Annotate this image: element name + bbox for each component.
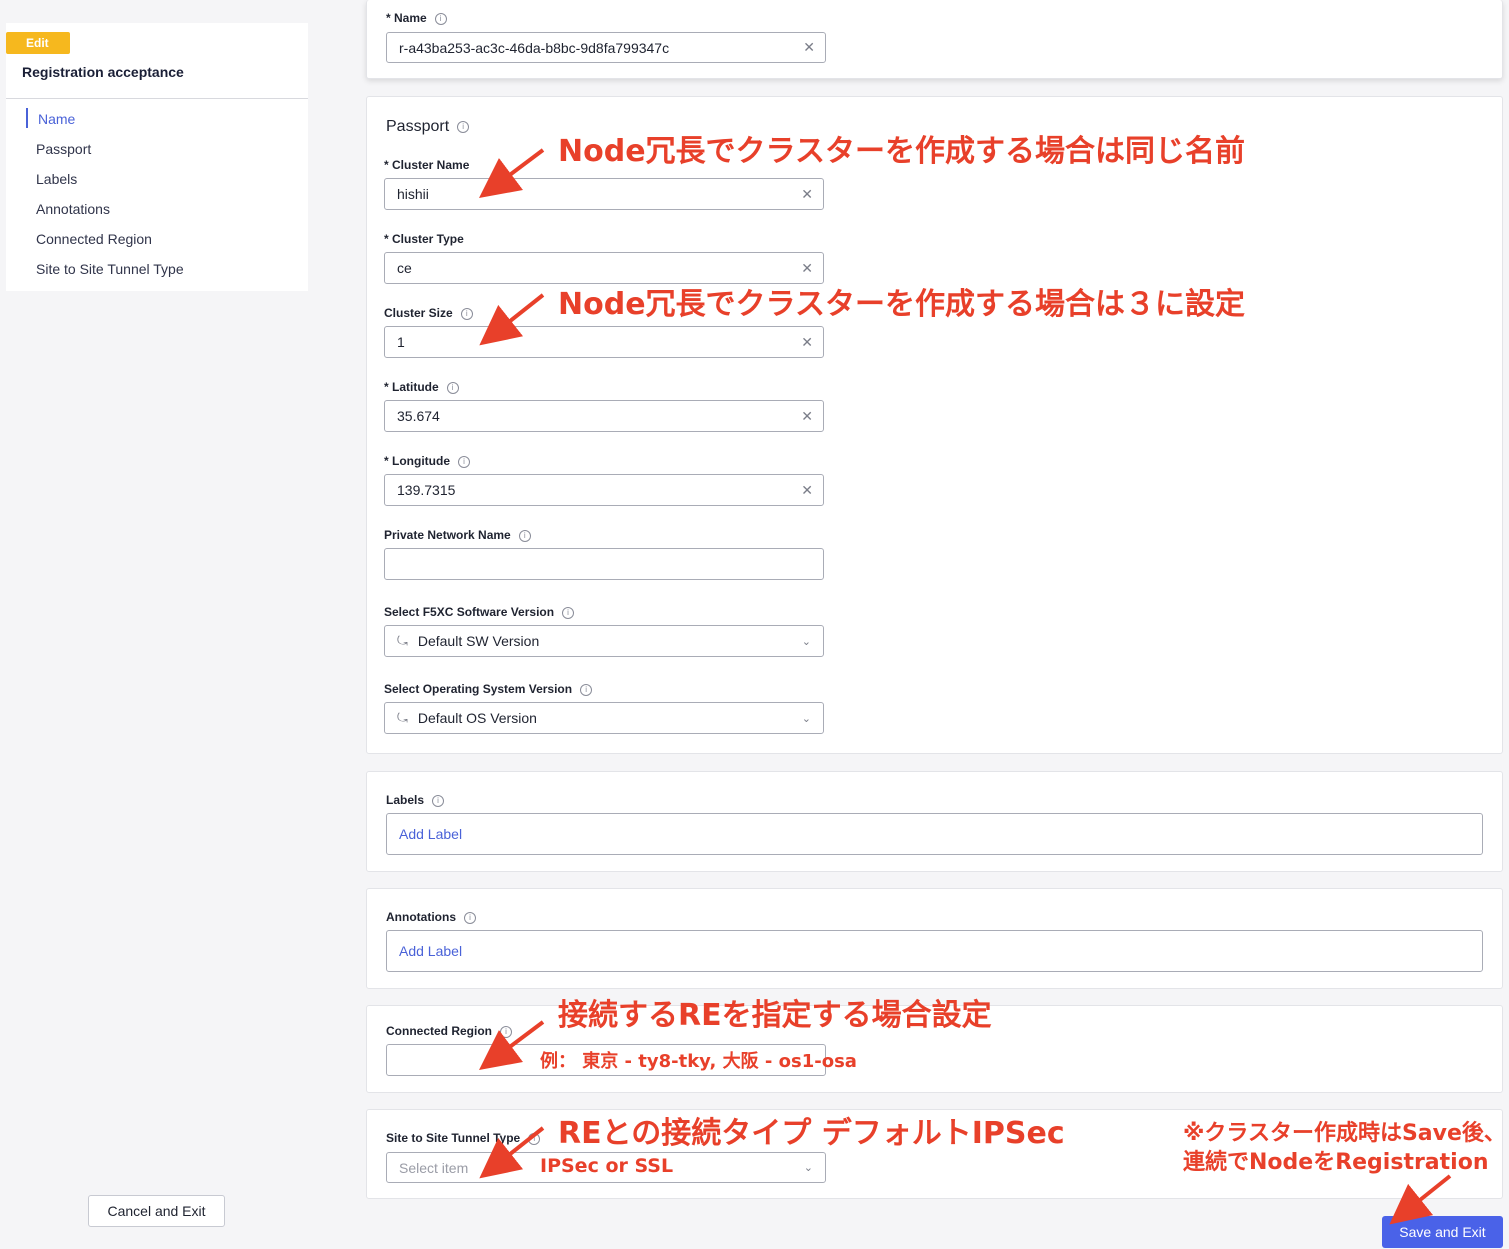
arrow-region: [479, 1020, 545, 1070]
arrow-tunnel: [479, 1126, 545, 1179]
arrow-cluster-size: [479, 293, 545, 346]
arrow-save: [1389, 1174, 1452, 1225]
annotation-arrows: [479, 148, 1452, 1225]
arrow-cluster-name: [479, 148, 545, 198]
